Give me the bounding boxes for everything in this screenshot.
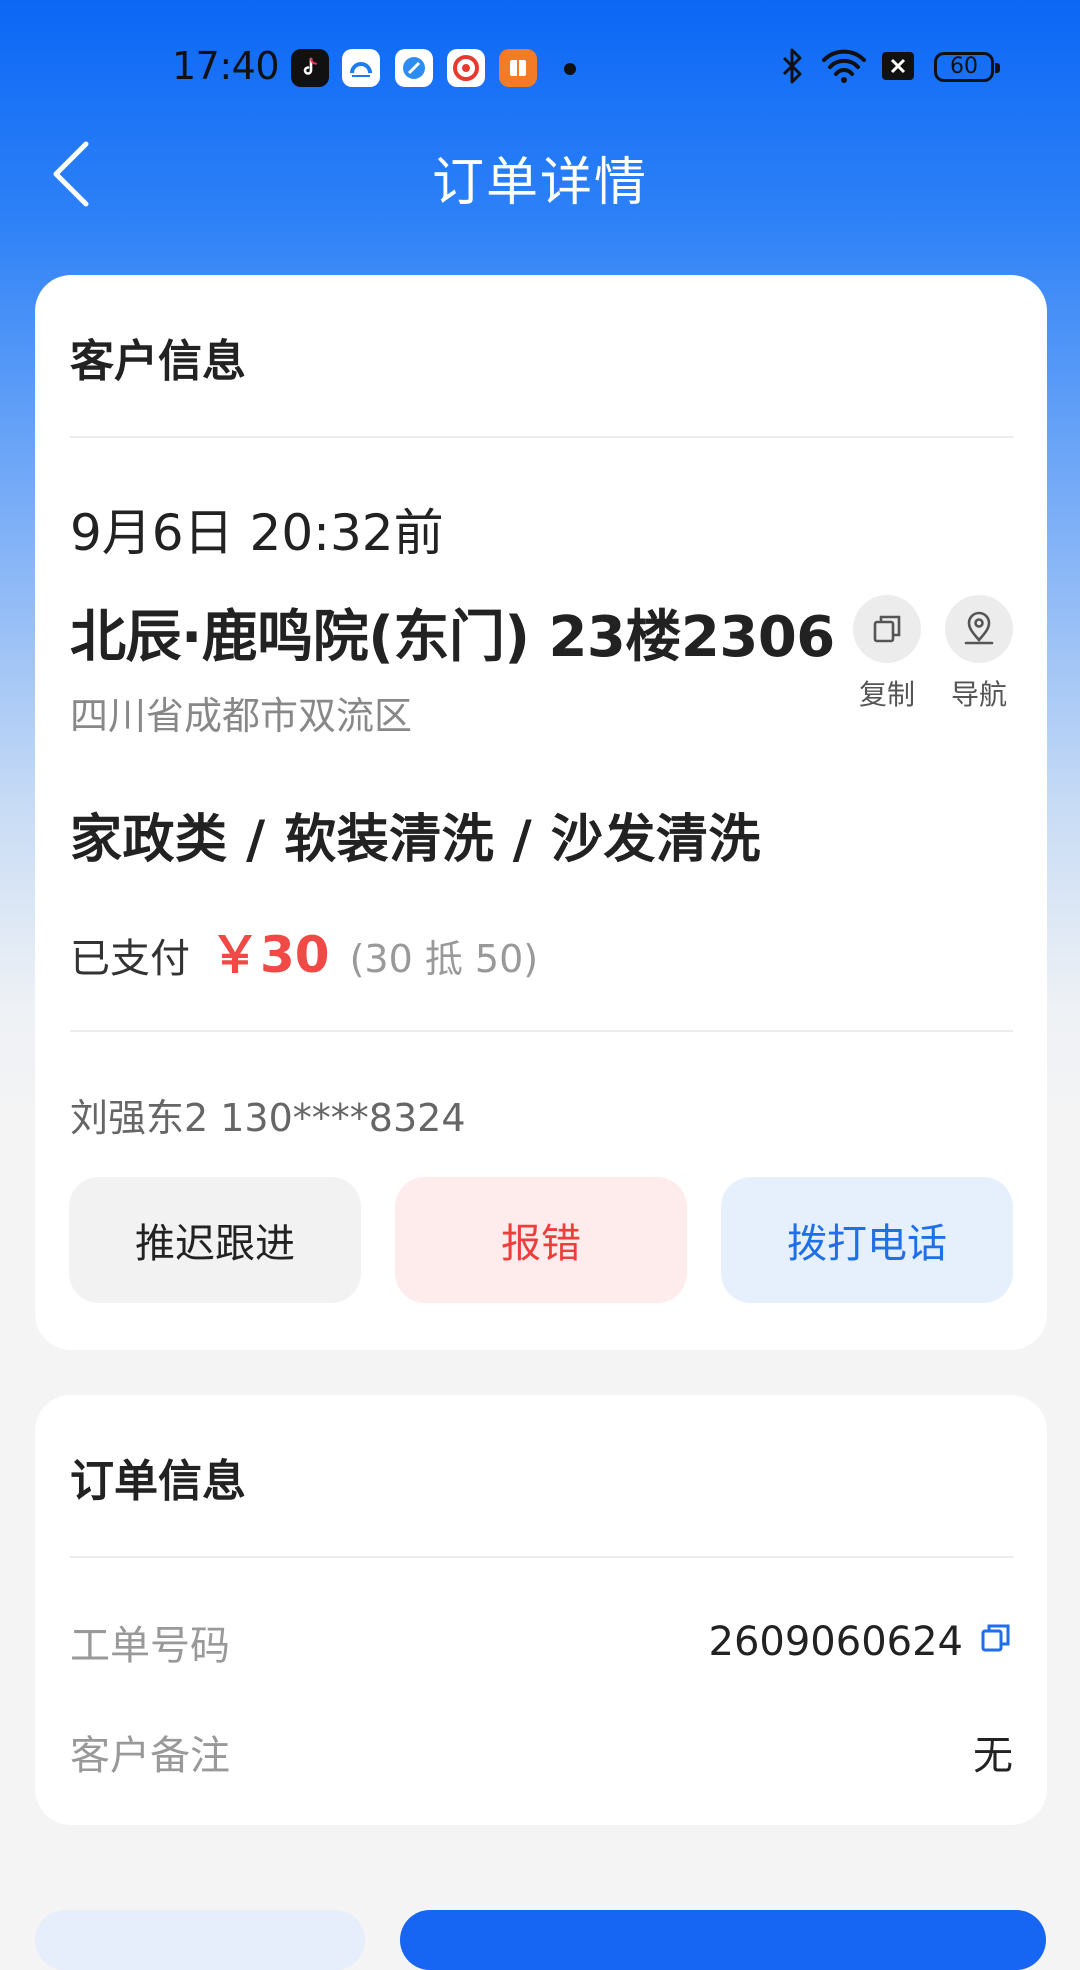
copy-order-number-icon[interactable]: [979, 1619, 1013, 1665]
payment-discount-note: (30 抵 50): [349, 937, 539, 981]
order-number-text: 2609060624: [708, 1619, 964, 1665]
battery-icon: 60: [934, 52, 1000, 82]
order-number-label: 工单号码: [70, 1623, 230, 1669]
status-time: 17:40: [172, 44, 280, 88]
divider: [70, 436, 1013, 438]
payment-amount: ￥30: [210, 926, 330, 984]
order-number-row: 工单号码 2609060624: [70, 1613, 1013, 1671]
customer-remark-value: 无: [973, 1733, 1013, 1779]
order-number-value: 2609060624: [709, 1619, 1014, 1665]
customer-info-heading: 客户信息: [70, 336, 246, 387]
customer-remark-label: 客户备注: [70, 1733, 230, 1779]
navigate-label: 导航: [950, 678, 1007, 711]
bottom-secondary-button[interactable]: [35, 1910, 365, 1970]
divider: [70, 1556, 1013, 1558]
address-region: 四川省成都市双流区: [70, 694, 413, 738]
wifi-icon: [820, 46, 868, 90]
order-info-card: 订单信息 工单号码 2609060624 客户备注 无: [35, 1395, 1047, 1825]
customer-contact: 刘强东2 130****8324: [70, 1096, 466, 1140]
navigate-button[interactable]: 导航: [945, 595, 1013, 713]
red-swirl-app-icon: [447, 49, 485, 87]
orange-book-app-icon: [499, 49, 537, 87]
notification-dot-icon: [564, 63, 576, 75]
order-info-heading: 订单信息: [70, 1456, 246, 1507]
copy-address-button[interactable]: 复制: [853, 595, 921, 713]
payment-info: 已支付 ￥30 (30 抵 50): [70, 915, 538, 987]
cloud-app-icon: [342, 49, 380, 87]
call-customer-button[interactable]: 拨打电话: [721, 1177, 1013, 1303]
divider: [70, 1030, 1013, 1032]
tiktok-icon: [291, 49, 329, 87]
bluetooth-icon: [780, 46, 806, 90]
bottom-primary-button[interactable]: [400, 1910, 1046, 1970]
service-category: 家政类 / 软装清洗 / 沙发清洗: [70, 810, 761, 870]
customer-info-card: 客户信息 9月6日 20:32前 北辰·鹿鸣院(东门) 23楼2306 四川省成…: [35, 275, 1047, 1350]
address-title: 北辰·鹿鸣院(东门) 23楼2306: [70, 605, 835, 670]
copy-icon: [873, 615, 901, 643]
copy-label: 复制: [858, 678, 915, 711]
payment-status: 已支付: [70, 936, 190, 982]
no-sim-icon: [880, 46, 916, 90]
deadline-text: 9月6日 20:32前: [70, 504, 444, 562]
delay-followup-button[interactable]: 推迟跟进: [69, 1177, 361, 1303]
blue-app-icon: [395, 49, 433, 87]
customer-remark-row: 客户备注 无: [70, 1723, 1013, 1781]
page-title: 订单详情: [431, 153, 648, 213]
map-pin-icon: [964, 611, 994, 645]
report-error-button[interactable]: 报错: [395, 1177, 687, 1303]
status-bar: 17:40 60: [0, 0, 1080, 136]
